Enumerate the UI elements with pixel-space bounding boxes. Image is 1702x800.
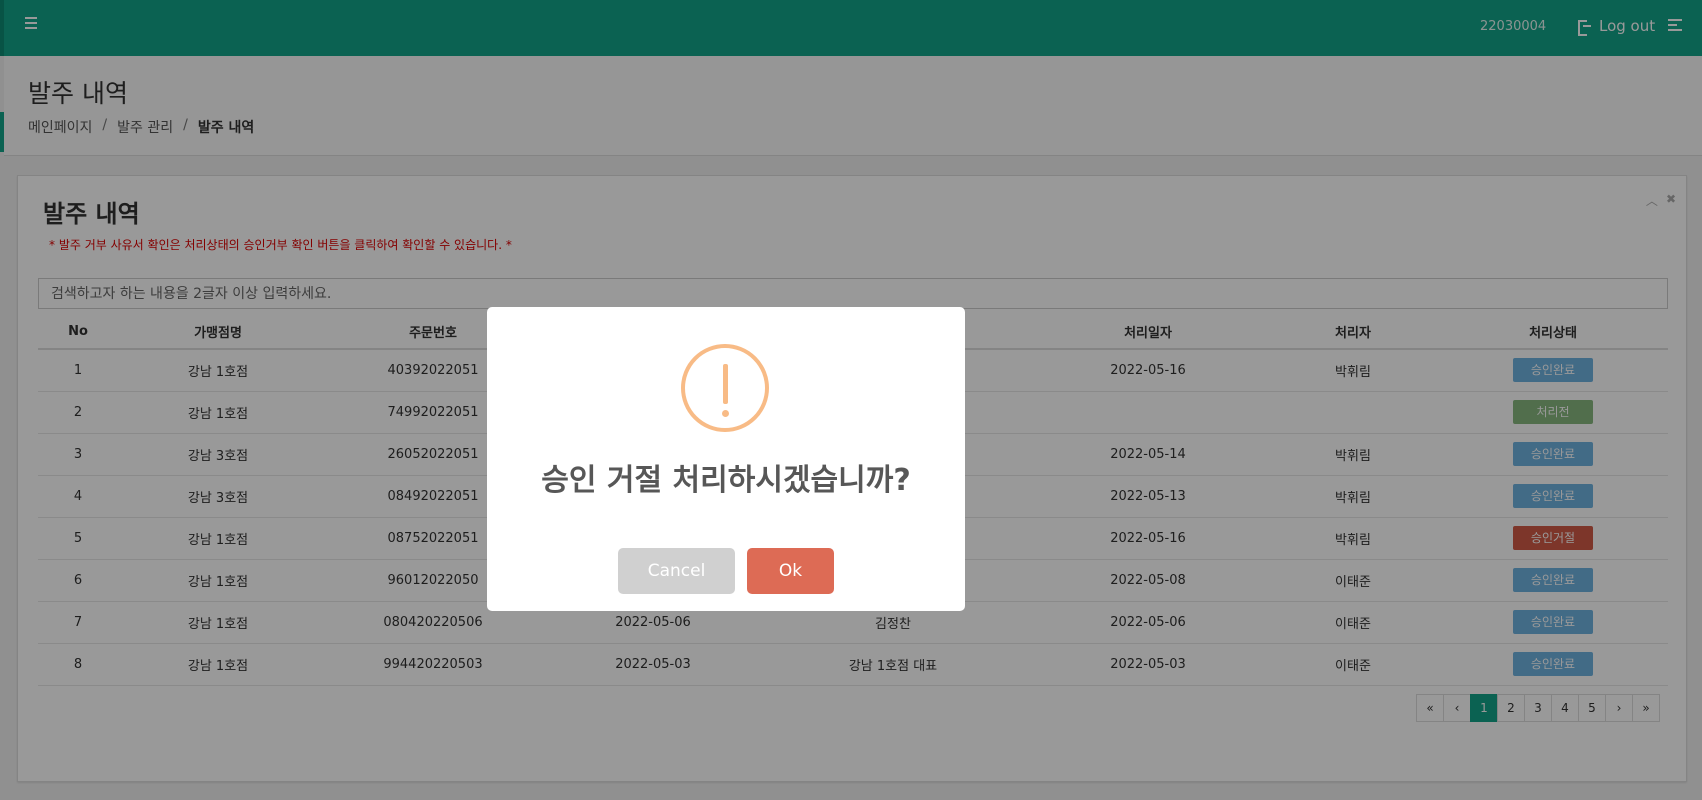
warning-icon bbox=[681, 344, 769, 432]
cancel-button[interactable]: Cancel bbox=[618, 548, 735, 594]
ok-button[interactable]: Ok bbox=[747, 548, 834, 594]
confirm-dialog: 승인 거절 처리하시겠습니까? Cancel Ok bbox=[487, 307, 965, 611]
dialog-title: 승인 거절 처리하시겠습니까? bbox=[541, 463, 911, 498]
